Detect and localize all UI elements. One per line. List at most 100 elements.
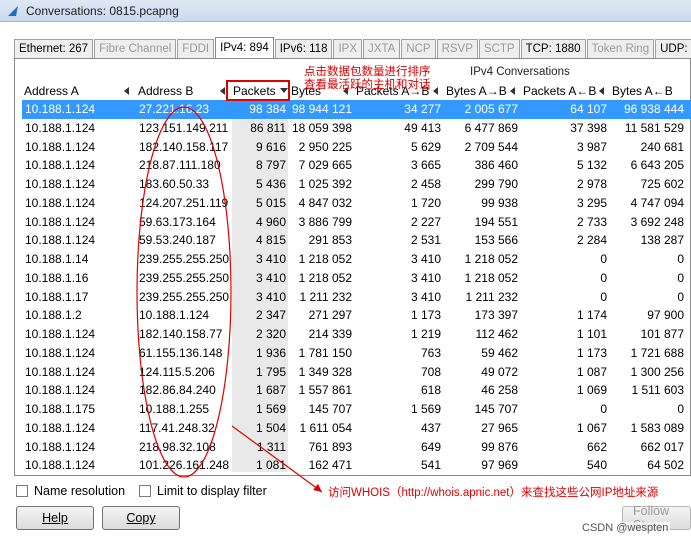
tab-fddi[interactable]: FDDI (177, 39, 215, 59)
table-cell: 1 300 256 (630, 364, 684, 379)
table-row[interactable]: 10.188.1.124 117.41.248.32 1 504 1 611 054 4… (22, 419, 691, 438)
table-cell: 1 087 (576, 364, 607, 379)
table-cell: 59 462 (481, 345, 518, 360)
table-row[interactable]: 10.188.1.124 182.86.84.240 1 687 1 557 861 6… (22, 381, 691, 400)
table-cell: 1 174 (576, 308, 607, 323)
protocol-tabs: Ethernet: 267 Fibre Channel FDDI IPv4: 894 I… (14, 37, 691, 59)
table-cell: 1 173 (410, 308, 441, 323)
sort-annotation-line2: 查看最活跃的主机和对话 (304, 79, 431, 91)
window-title: Conversations: 0815.pcapng (26, 3, 179, 18)
watermark: CSDN @wespten (580, 522, 671, 534)
limit-display-filter-checkbox[interactable] (139, 485, 151, 497)
table-cell: 6 477 869 (464, 120, 518, 135)
table-cell: 173 397 (474, 308, 518, 323)
table-row[interactable]: 10.188.1.124 59.63.173.164 4 960 3 886 799 2… (22, 213, 691, 232)
table-row[interactable]: 10.188.1.124 101.226.161.248 1 081 162 471 5… (22, 456, 691, 470)
table-cell: 3 886 799 (298, 214, 352, 229)
table-cell: 10.188.1.124 (25, 345, 96, 360)
table-cell: 1 211 232 (465, 289, 519, 304)
tab-token-ring[interactable]: Token Ring (586, 39, 655, 59)
name-resolution-checkbox[interactable] (16, 485, 28, 497)
table-cell: 662 017 (640, 439, 684, 454)
table-row[interactable]: 10.188.1.2 10.188.1.124 2 347 271 297 1 173 1… (22, 306, 691, 325)
table-cell: 11 581 529 (624, 120, 684, 135)
table-row[interactable]: 10.188.1.124 182.140.158.117 9 616 2 950 22… (22, 138, 691, 157)
table-cell: 37 398 (570, 120, 607, 135)
table-row[interactable]: 10.188.1.124 218.87.111.180 8 797 7 029 665… (22, 156, 691, 175)
table-cell: 1 569 (410, 402, 441, 416)
table-row[interactable]: 10.188.1.175 10.188.1.255 1 569 145 707 1 56… (22, 400, 691, 419)
tab-ipv6[interactable]: IPv6: 118 (274, 39, 333, 59)
limit-display-filter-option[interactable]: Limit to display filter (139, 484, 267, 498)
table-cell: 182.140.158.77 (139, 327, 223, 341)
table-cell: 218.98.32.108 (139, 439, 216, 454)
table-row[interactable]: 10.188.1.124 61.155.136.148 1 936 1 781 150… (22, 344, 691, 363)
table-cell: 4 815 (255, 233, 286, 248)
table-cell: 8 797 (255, 158, 286, 173)
tab-ncp[interactable]: NCP (401, 39, 436, 59)
table-row[interactable]: 10.188.1.124 182.140.158.77 2 320 214 339 1 … (22, 325, 691, 344)
table-cell: 1 511 603 (631, 383, 685, 398)
table-row[interactable]: 10.188.1.14 239.255.255.250 3 410 1 218 052… (22, 250, 691, 269)
table-row[interactable]: 10.188.1.124 27.221.16.23 98 384 98 944 121… (22, 100, 691, 119)
column-header-bytes-a-to-b[interactable]: Bytes A→B (446, 82, 507, 99)
tab-ethernet[interactable]: Ethernet: 267 (14, 39, 94, 59)
table-cell: 5 436 (255, 177, 286, 191)
table-cell: 10.188.1.124 (25, 102, 96, 116)
table-cell: 9 616 (255, 139, 286, 154)
tab-fibre-channel[interactable]: Fibre Channel (94, 39, 177, 59)
table-cell: 182.86.84.240 (139, 383, 216, 398)
table-cell: 218.87.111.180 (139, 158, 221, 173)
table-cell: 0 (600, 289, 607, 304)
column-header-address-b[interactable]: Address B (138, 82, 193, 99)
table-row[interactable]: 10.188.1.124 59.53.240.187 4 815 291 853 2 5… (22, 231, 691, 250)
table-cell: 2 227 (410, 214, 441, 229)
help-button[interactable]: Help (16, 506, 94, 530)
table-cell: 10.188.1.124 (25, 158, 96, 173)
tab-ipx[interactable]: IPX (333, 39, 363, 59)
table-row[interactable]: 10.188.1.17 239.255.255.250 3 410 1 211 232… (22, 288, 691, 307)
table-row[interactable]: 10.188.1.124 124.115.5.206 1 795 1 349 328 7… (22, 363, 691, 382)
table-cell: 1 720 (410, 195, 441, 210)
table-cell: 97 969 (481, 458, 518, 470)
column-header-bytes-b-to-a[interactable]: Bytes A←B (612, 82, 673, 99)
tab-sctp[interactable]: SCTP (478, 39, 520, 59)
table-row[interactable]: 10.188.1.124 123.151.149.211 86 811 18 059 … (22, 119, 691, 138)
table-cell: 4 960 (255, 214, 286, 229)
table-cell: 0 (600, 270, 607, 285)
table-cell: 145 707 (308, 402, 352, 416)
table-cell: 1 067 (576, 420, 607, 435)
table-cell: 1 101 (576, 327, 607, 341)
table-cell: 1 218 052 (298, 270, 352, 285)
table-row[interactable]: 10.188.1.16 239.255.255.250 3 410 1 218 052… (22, 269, 691, 288)
tab-jxta[interactable]: JXTA (363, 39, 401, 59)
table-cell: 4 847 032 (298, 195, 352, 210)
column-header-address-a[interactable]: Address A (24, 82, 79, 99)
table-cell: 5 015 (255, 195, 286, 210)
table-cell: 59.63.173.164 (139, 214, 216, 229)
table-cell: 46 258 (481, 383, 518, 398)
column-header-packets-b-to-a[interactable]: Packets A←B (523, 82, 596, 99)
name-resolution-option[interactable]: Name resolution (16, 484, 125, 498)
tab-rsvp[interactable]: RSVP (436, 39, 478, 59)
tab-udp[interactable]: UDP: 3057 (655, 39, 691, 59)
table-cell: 97 900 (647, 308, 684, 323)
table-cell: 138 287 (640, 233, 684, 248)
table-row[interactable]: 10.188.1.124 218.98.32.108 1 311 761 893 649… (22, 438, 691, 457)
tab-ipv4[interactable]: IPv4: 894 (215, 37, 274, 59)
table-cell: 386 460 (474, 158, 518, 173)
table-cell: 299 790 (474, 177, 518, 191)
table-cell: 10.188.1.124 (25, 177, 96, 191)
table-cell: 10.188.1.2 (25, 308, 82, 323)
table-cell: 1 557 861 (298, 383, 352, 398)
table-cell: 194 551 (474, 214, 518, 229)
table-row[interactable]: 10.188.1.124 183.60.50.33 5 436 1 025 392 2 … (22, 175, 691, 194)
table-cell: 124.207.251.119 (139, 195, 229, 210)
conversations-table: 10.188.1.124 27.221.16.23 98 384 98 944 121… (22, 100, 691, 470)
table-cell: 725 602 (640, 177, 684, 191)
tab-tcp[interactable]: TCP: 1880 (520, 39, 586, 59)
table-cell: 3 295 (576, 195, 607, 210)
copy-button[interactable]: Copy (102, 506, 180, 530)
table-row[interactable]: 10.188.1.124 124.207.251.119 5 015 4 847 03… (22, 194, 691, 213)
table-cell: 10.188.1.124 (25, 120, 96, 135)
